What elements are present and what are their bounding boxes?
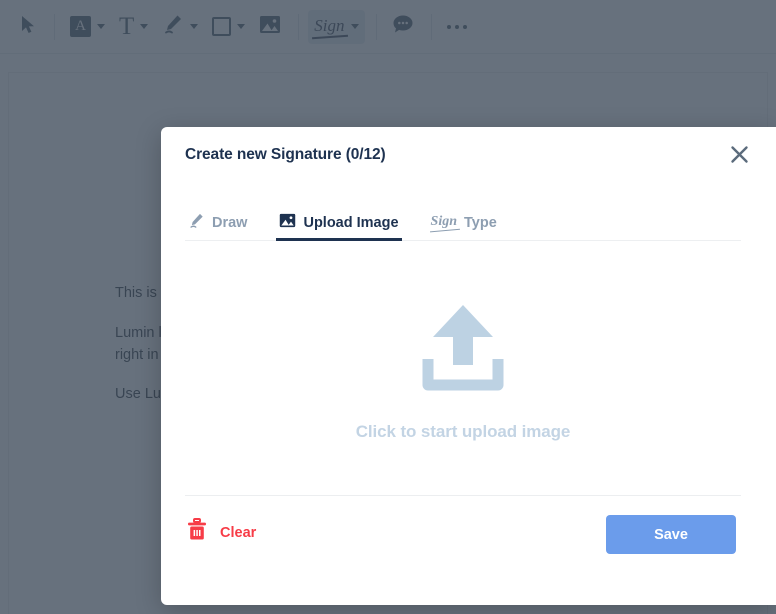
app-root: A T — [0, 0, 776, 614]
sign-script-icon: Sign — [430, 214, 458, 229]
tab-type-label: Type — [464, 214, 497, 231]
tab-draw-label: Draw — [212, 214, 248, 231]
close-button[interactable] — [724, 139, 754, 169]
tab-draw[interactable]: Draw — [185, 205, 250, 240]
signature-tabs: Draw Upload Image Sign Type — [185, 205, 741, 241]
create-signature-modal: Create new Signature (0/12) Draw Upload … — [161, 127, 776, 605]
upload-arrow-icon — [419, 301, 507, 398]
pen-icon — [188, 212, 205, 233]
upload-drop-area[interactable]: Click to start upload image — [185, 249, 741, 494]
tab-upload-image[interactable]: Upload Image — [276, 205, 402, 241]
image-icon — [279, 213, 296, 232]
upload-drop-label: Click to start upload image — [355, 422, 571, 441]
close-x-icon — [729, 144, 750, 165]
tab-upload-image-label: Upload Image — [303, 214, 399, 231]
clear-button[interactable]: Clear — [186, 518, 256, 547]
tab-type[interactable]: Sign Type — [428, 205, 500, 240]
footer-divider — [185, 495, 741, 496]
save-button[interactable]: Save — [606, 515, 736, 554]
trash-icon — [186, 518, 208, 547]
clear-button-label: Clear — [220, 524, 257, 541]
modal-title: Create new Signature (0/12) — [185, 146, 386, 163]
